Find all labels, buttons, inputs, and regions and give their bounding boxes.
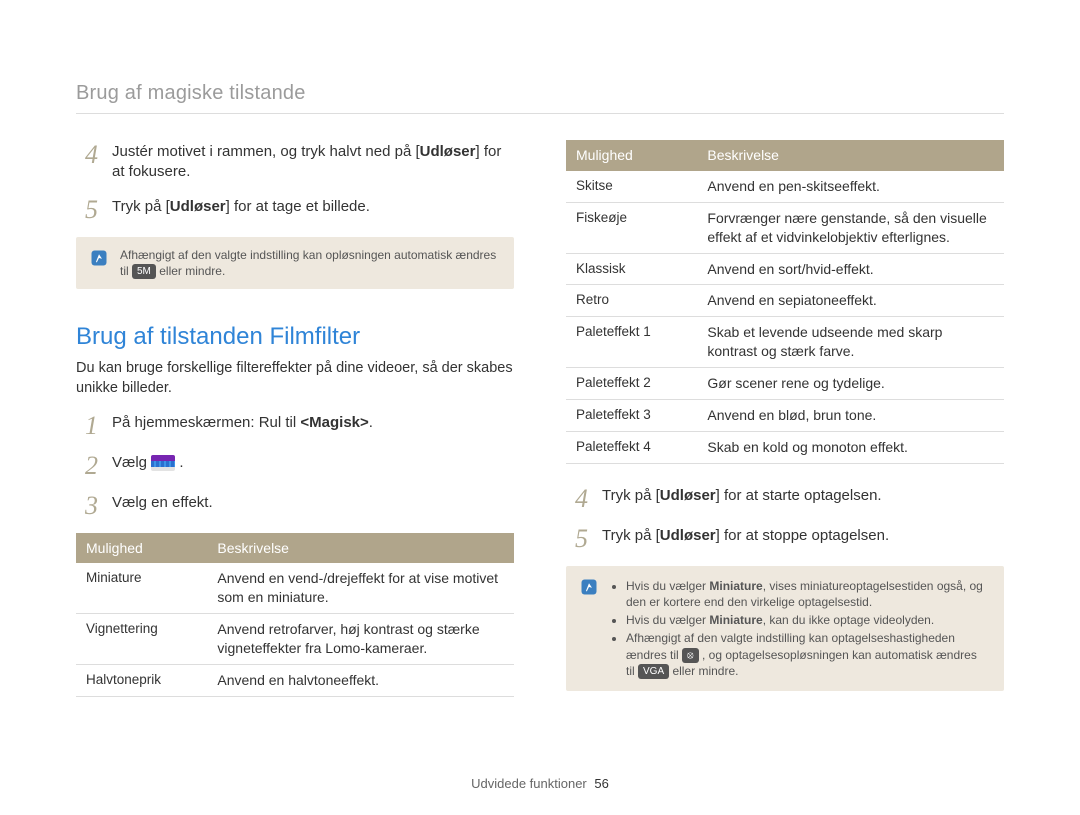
page-number: 56 bbox=[594, 776, 608, 791]
table-cell: Anvend retrofarver, høj kontrast og stær… bbox=[207, 614, 514, 665]
step-text: Tryk på [Udløser] for at starte optagels… bbox=[602, 486, 1004, 512]
note-icon bbox=[578, 578, 600, 596]
note-icon bbox=[88, 249, 110, 267]
note-box: Afhængigt af den valgte indstilling kan … bbox=[76, 237, 514, 290]
step-number: 4 bbox=[566, 486, 588, 512]
step-number: 5 bbox=[566, 526, 588, 552]
table-cell: Paleteffekt 3 bbox=[566, 400, 697, 432]
table-row: RetroAnvend en sepiatoneeffekt. bbox=[566, 285, 1004, 317]
step-text: Vælg . bbox=[112, 453, 514, 479]
section-breadcrumb: Brug af magiske tilstande bbox=[76, 80, 1004, 107]
table-cell: Paleteffekt 4 bbox=[566, 431, 697, 463]
table-cell: Paleteffekt 2 bbox=[566, 368, 697, 400]
table-row: VignetteringAnvend retrofarver, høj kont… bbox=[76, 614, 514, 665]
step-number: 4 bbox=[76, 142, 98, 183]
step-text: Justér motivet i rammen, og tryk halvt n… bbox=[112, 142, 514, 183]
table-cell: Skitse bbox=[566, 171, 697, 202]
note-list-item: Afhængigt af den valgte indstilling kan … bbox=[626, 630, 988, 679]
note-box: Hvis du vælger Miniature, vises miniatur… bbox=[566, 566, 1004, 691]
step-text: Tryk på [Udløser] for at tage et billede… bbox=[112, 197, 514, 223]
note-list: Hvis du vælger Miniature, vises miniatur… bbox=[610, 576, 988, 681]
table-cell: Forvrænger nære genstande, så den visuel… bbox=[697, 202, 1004, 253]
footer-chapter: Udvidede funktioner bbox=[471, 776, 587, 791]
table-cell: Fiskeøje bbox=[566, 202, 697, 253]
note-list-item: Hvis du vælger Miniature, vises miniatur… bbox=[626, 578, 988, 610]
table-cell: Klassisk bbox=[566, 253, 697, 285]
options-table-left: Mulighed Beskrivelse MiniatureAnvend en … bbox=[76, 533, 514, 697]
table-cell: Anvend en vend-/drejeffekt for at vise m… bbox=[207, 563, 514, 613]
section-title: Brug af tilstanden Filmfilter bbox=[76, 321, 514, 353]
instruction-step: 5 Tryk på [Udløser] for at tage et billed… bbox=[76, 197, 514, 223]
table-cell: Anvend en sepiatoneeffekt. bbox=[697, 285, 1004, 317]
table-cell: Retro bbox=[566, 285, 697, 317]
table-row: KlassiskAnvend en sort/hvid-effekt. bbox=[566, 253, 1004, 285]
table-head-option: Mulighed bbox=[76, 533, 207, 564]
table-row: SkitseAnvend en pen-skitseeffekt. bbox=[566, 171, 1004, 202]
step-text: På hjemmeskærmen: Rul til <Magisk>. bbox=[112, 413, 514, 439]
step-number: 5 bbox=[76, 197, 98, 223]
table-cell: Anvend en blød, brun tone. bbox=[697, 400, 1004, 432]
step-number: 1 bbox=[76, 413, 98, 439]
step-text: Vælg en effekt. bbox=[112, 493, 514, 519]
right-column: Mulighed Beskrivelse SkitseAnvend en pen… bbox=[566, 132, 1004, 719]
table-row: Paleteffekt 4Skab en kold og monoton eff… bbox=[566, 431, 1004, 463]
table-cell: Skab et levende udseende med skarp kontr… bbox=[697, 317, 1004, 368]
step-number: 2 bbox=[76, 453, 98, 479]
table-row: MiniatureAnvend en vend-/drejeffekt for … bbox=[76, 563, 514, 613]
table-cell: Vignettering bbox=[76, 614, 207, 665]
manual-page: Brug af magiske tilstande 4 Justér motive… bbox=[0, 0, 1080, 815]
table-cell: Anvend en sort/hvid-effekt. bbox=[697, 253, 1004, 285]
table-row: HalvtoneprikAnvend en halvtoneeffekt. bbox=[76, 664, 514, 696]
table-cell: Miniature bbox=[76, 563, 207, 613]
note-text: Afhængigt af den valgte indstilling kan … bbox=[120, 247, 498, 280]
table-cell: Skab en kold og monoton effekt. bbox=[697, 431, 1004, 463]
table-cell: Paleteffekt 1 bbox=[566, 317, 697, 368]
divider bbox=[76, 113, 1004, 114]
table-row: Paleteffekt 1Skab et levende udseende me… bbox=[566, 317, 1004, 368]
table-cell: Gør scener rene og tydelige. bbox=[697, 368, 1004, 400]
section-description: Du kan bruge forskellige filtereffekter … bbox=[76, 359, 514, 398]
instruction-step: 4 Tryk på [Udløser] for at starte optagel… bbox=[566, 486, 1004, 512]
table-cell: Anvend en pen-skitseeffekt. bbox=[697, 171, 1004, 202]
options-table-right: Mulighed Beskrivelse SkitseAnvend en pen… bbox=[566, 140, 1004, 464]
table-head-option: Mulighed bbox=[566, 140, 697, 171]
vga-badge: VGA bbox=[638, 664, 669, 679]
table-cell: Halvtoneprik bbox=[76, 664, 207, 696]
note-list-item: Hvis du vælger Miniature, kan du ikke op… bbox=[626, 612, 988, 628]
step-number: 3 bbox=[76, 493, 98, 519]
left-column: 4 Justér motivet i rammen, og tryk halvt … bbox=[76, 132, 514, 719]
instruction-step: 3 Vælg en effekt. bbox=[76, 493, 514, 519]
instruction-step: 4 Justér motivet i rammen, og tryk halvt … bbox=[76, 142, 514, 183]
table-row: Paleteffekt 3Anvend en blød, brun tone. bbox=[566, 400, 1004, 432]
table-row: FiskeøjeForvrænger nære genstande, så de… bbox=[566, 202, 1004, 253]
page-footer: Udvidede funktioner 56 bbox=[0, 775, 1080, 793]
instruction-step: 5 Tryk på [Udløser] for at stoppe optagel… bbox=[566, 526, 1004, 552]
instruction-step: 1 På hjemmeskærmen: Rul til <Magisk>. bbox=[76, 413, 514, 439]
step-text: Tryk på [Udløser] for at stoppe optagels… bbox=[602, 526, 1004, 552]
table-row: Paleteffekt 2Gør scener rene og tydelige… bbox=[566, 368, 1004, 400]
table-cell: Anvend en halvtoneeffekt. bbox=[207, 664, 514, 696]
resolution-badge: 5M bbox=[132, 264, 156, 279]
instruction-step: 2 Vælg . bbox=[76, 453, 514, 479]
fps-badge: ⦻ bbox=[682, 648, 699, 663]
table-head-description: Beskrivelse bbox=[697, 140, 1004, 171]
filmfilter-mode-icon bbox=[151, 455, 175, 471]
table-head-description: Beskrivelse bbox=[207, 533, 514, 564]
